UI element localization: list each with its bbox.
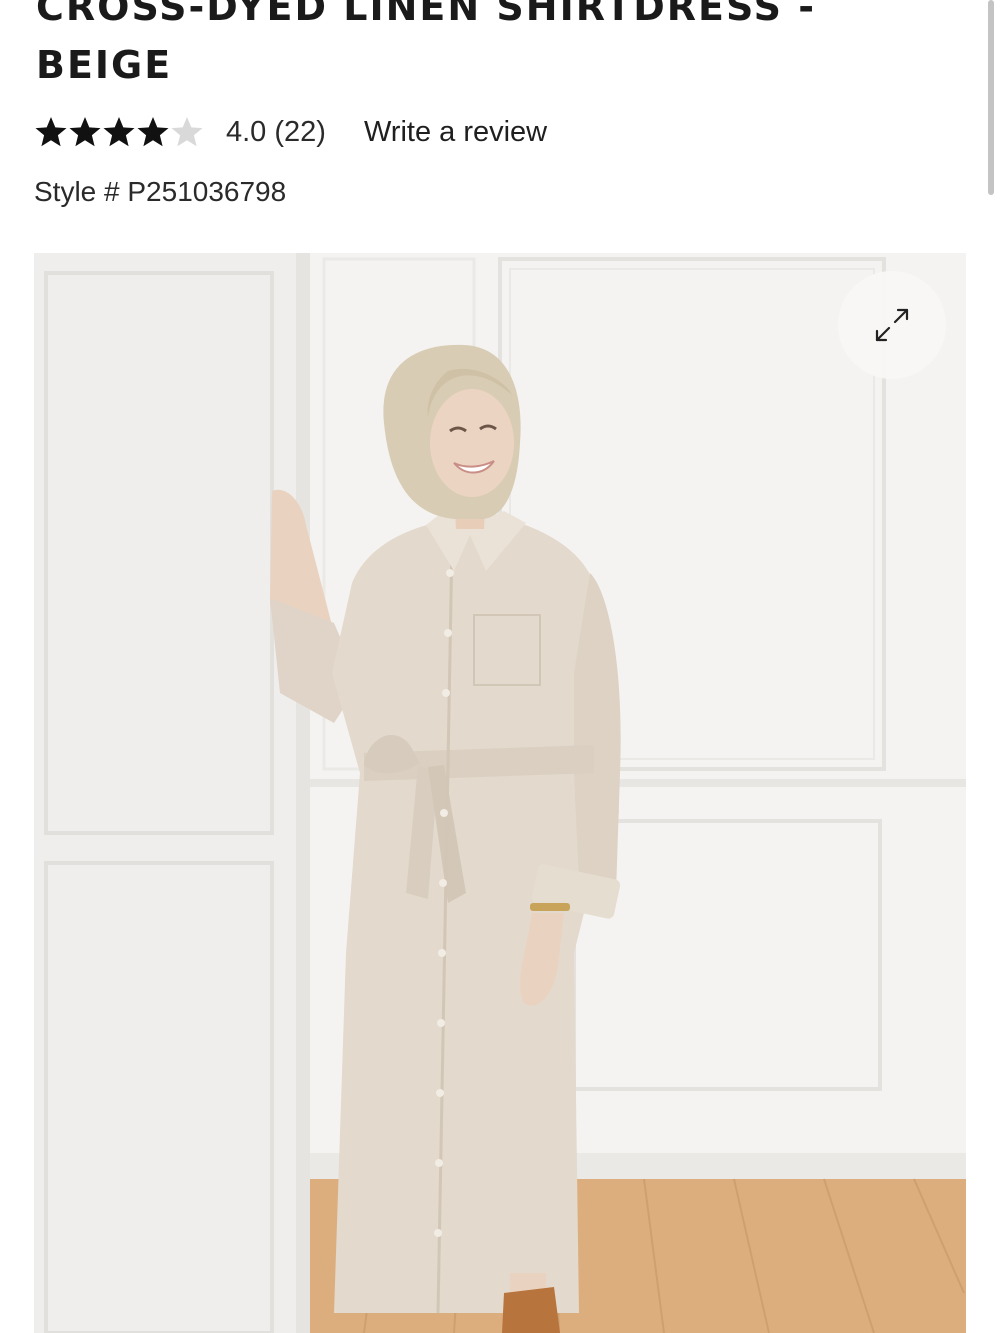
star-rating[interactable] — [34, 115, 204, 149]
star-empty-icon — [171, 117, 203, 147]
expand-image-button[interactable] — [838, 271, 946, 379]
product-title-line-2: BEIGE — [36, 43, 173, 87]
star-filled-icon — [35, 117, 67, 147]
star-filled-icon — [69, 117, 101, 147]
product-image[interactable] — [34, 253, 966, 1333]
rating-summary: 4.0 (22) — [226, 115, 326, 148]
write-review-link[interactable]: Write a review — [364, 116, 547, 149]
style-number: Style # P251036798 — [34, 176, 287, 207]
star-filled-icon — [103, 117, 135, 147]
rating-row: 4.0 (22) Write a review — [34, 110, 547, 154]
product-title-line-1: CROSS-DYED LINEN SHIRTDRESS - — [36, 0, 816, 29]
product-photo — [34, 253, 966, 1333]
star-filled-icon — [137, 117, 169, 147]
product-title: CROSS-DYED LINEN SHIRTDRESS - BEIGE — [36, 0, 936, 94]
expand-arrows-icon — [875, 308, 909, 342]
scrollbar[interactable] — [988, 0, 994, 195]
